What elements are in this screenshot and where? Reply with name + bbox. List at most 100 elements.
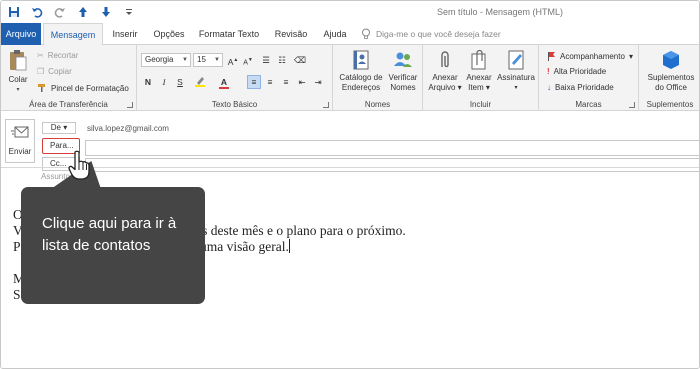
addins-group: Suplementos do Office Suplementos	[639, 45, 699, 111]
low-priority-button[interactable]: ↓ Baixa Prioridade	[547, 83, 614, 92]
follow-up-label: Acompanhamento	[560, 51, 625, 61]
check-names-label: Verificar Nomes	[388, 73, 418, 92]
paste-label: Colar	[8, 75, 28, 84]
from-label: De	[50, 123, 61, 132]
tab-revisao[interactable]: Revisão	[267, 23, 315, 45]
tab-inserir[interactable]: Inserir	[105, 23, 145, 45]
tell-me-placeholder: Diga-me o que você deseja fazer	[376, 29, 501, 39]
grow-font-icon[interactable]: A▲	[226, 53, 240, 67]
signature-label: Assinatura	[497, 73, 535, 82]
font-color-icon[interactable]: A	[217, 75, 231, 89]
attach-item-label: Anexar Item	[466, 73, 492, 92]
clipboard-group-label: Área de Transferência	[29, 100, 108, 109]
basic-text-launcher-icon[interactable]	[323, 102, 329, 108]
cut-label: Recortar	[47, 51, 79, 60]
tell-me-search[interactable]: Diga-me o que você deseja fazer	[361, 26, 561, 42]
font-name-value: Georgia	[145, 55, 174, 64]
high-priority-label: Alta Prioridade	[553, 67, 607, 76]
paperclip-icon	[441, 51, 449, 68]
check-names-icon	[394, 52, 412, 67]
numbering-icon[interactable]: ☷	[275, 53, 289, 67]
include-group: Anexar Arquivo ▾ Anexar Item ▾ Assinatur…	[423, 45, 539, 111]
clipboard-icon	[10, 50, 27, 71]
flag-icon	[548, 52, 555, 61]
office-addins-button[interactable]: Suplementos do Office	[643, 49, 699, 93]
italic-button[interactable]: I	[157, 75, 171, 89]
names-group-label: Nomes	[364, 100, 391, 109]
tab-formatar-texto[interactable]: Formatar Texto	[195, 23, 263, 45]
tags-group: Acompanhamento ▾ ! Alta Prioridade ↓ Bai…	[539, 45, 639, 111]
tab-ajuda[interactable]: Ajuda	[317, 23, 353, 45]
copy-icon: ❐	[37, 67, 45, 76]
window-title: Sem título - Mensagem (HTML)	[436, 7, 563, 17]
font-size-select[interactable]: 15 ▼	[193, 53, 223, 67]
send-button[interactable]: Enviar	[5, 119, 35, 163]
include-group-label: Incluir	[469, 100, 492, 109]
address-book-label: Catálogo de Endereços	[339, 73, 383, 92]
font-name-select[interactable]: Georgia ▼	[141, 53, 191, 67]
scissors-icon: ✂	[37, 51, 44, 60]
font-size-value: 15	[197, 55, 206, 64]
highlight-color-icon[interactable]	[193, 75, 207, 89]
from-email: silva.lopez@gmail.com	[87, 124, 169, 133]
signature-button[interactable]: Assinatura ▾	[495, 49, 537, 93]
low-priority-label: Baixa Prioridade	[555, 83, 614, 92]
outlook-message-window: Sem título - Mensagem (HTML) Arquivo Men…	[0, 0, 700, 369]
align-center-icon[interactable]: ≡	[263, 75, 277, 89]
clear-formatting-icon[interactable]: ⌫	[293, 53, 307, 67]
address-book-icon	[353, 50, 369, 70]
format-painter-label: Pincel de Formatação	[51, 83, 129, 93]
underline-button[interactable]: S	[173, 75, 187, 89]
exclamation-icon: !	[547, 67, 550, 76]
high-priority-button[interactable]: ! Alta Prioridade	[547, 67, 606, 76]
send-label: Enviar	[8, 147, 32, 156]
basic-text-group-label: Texto Básico	[211, 100, 258, 109]
paste-button[interactable]: Colar ▾	[5, 49, 31, 95]
copy-label: Copiar	[48, 67, 72, 76]
tags-launcher-icon[interactable]	[629, 102, 635, 108]
hand-cursor-icon	[68, 150, 90, 182]
tooltip-text: Clique aqui para ir à lista de contatos	[42, 215, 177, 254]
tags-group-label: Marcas	[575, 100, 602, 109]
to-input[interactable]	[85, 140, 699, 156]
signature-icon	[508, 50, 524, 70]
format-painter-button[interactable]: Pincel de Formatação	[37, 83, 129, 93]
tab-opcoes[interactable]: Opções	[147, 23, 191, 45]
follow-up-button[interactable]: Acompanhamento ▾	[547, 51, 633, 61]
from-dropdown[interactable]: De ▾	[42, 122, 76, 134]
format-painter-icon	[38, 84, 45, 92]
align-left-icon[interactable]: ≡	[247, 75, 261, 89]
attach-file-label: Anexar Arquivo	[428, 73, 458, 92]
shrink-font-icon[interactable]: A▼	[241, 53, 255, 67]
check-names-button[interactable]: Verificar Nomes	[385, 49, 421, 93]
copy-button[interactable]: ❐ Copiar	[37, 67, 72, 76]
clipboard-launcher-icon[interactable]	[127, 102, 133, 108]
tab-arquivo[interactable]: Arquivo	[1, 23, 41, 45]
ribbon-tabs: Arquivo Mensagem Inserir Opções Formatar…	[1, 23, 699, 46]
clipboard-group: Colar ▾ ✂ Recortar ❐ Copiar Pincel de Fo…	[1, 45, 137, 111]
down-arrow-priority-icon: ↓	[547, 83, 551, 92]
title-bar: Sem título - Mensagem (HTML)	[1, 1, 699, 23]
lightbulb-icon	[362, 28, 370, 39]
office-addins-icon	[663, 51, 679, 69]
tooltip: Clique aqui para ir à lista de contatos	[21, 187, 205, 304]
align-right-icon[interactable]: ≡	[279, 75, 293, 89]
text-caret	[288, 239, 290, 253]
cut-button[interactable]: ✂ Recortar	[37, 51, 78, 60]
office-addins-label: Suplementos do Office	[647, 73, 695, 92]
decrease-indent-icon[interactable]: ⇤	[295, 75, 309, 89]
cc-input[interactable]	[85, 158, 699, 172]
ribbon: Colar ▾ ✂ Recortar ❐ Copiar Pincel de Fo…	[1, 45, 699, 111]
tab-mensagem[interactable]: Mensagem	[43, 23, 103, 46]
increase-indent-icon[interactable]: ⇥	[311, 75, 325, 89]
address-book-button[interactable]: Catálogo de Endereços	[337, 49, 385, 93]
attach-item-icon	[471, 49, 486, 70]
attach-file-button[interactable]: Anexar Arquivo ▾	[427, 49, 463, 93]
bold-button[interactable]: N	[141, 75, 155, 89]
bullets-icon[interactable]: ☰	[259, 53, 273, 67]
names-group: Catálogo de Endereços Verificar Nomes No…	[333, 45, 423, 111]
basic-text-group: Georgia ▼ 15 ▼ A▲ A▼ ☰ ☷ ⌫ N I S A ≡ ≡ ≡ ⇤…	[137, 45, 333, 111]
addins-group-label: Suplementos	[646, 100, 694, 109]
send-envelope-icon	[11, 126, 29, 138]
attach-item-button[interactable]: Anexar Item ▾	[465, 49, 493, 93]
